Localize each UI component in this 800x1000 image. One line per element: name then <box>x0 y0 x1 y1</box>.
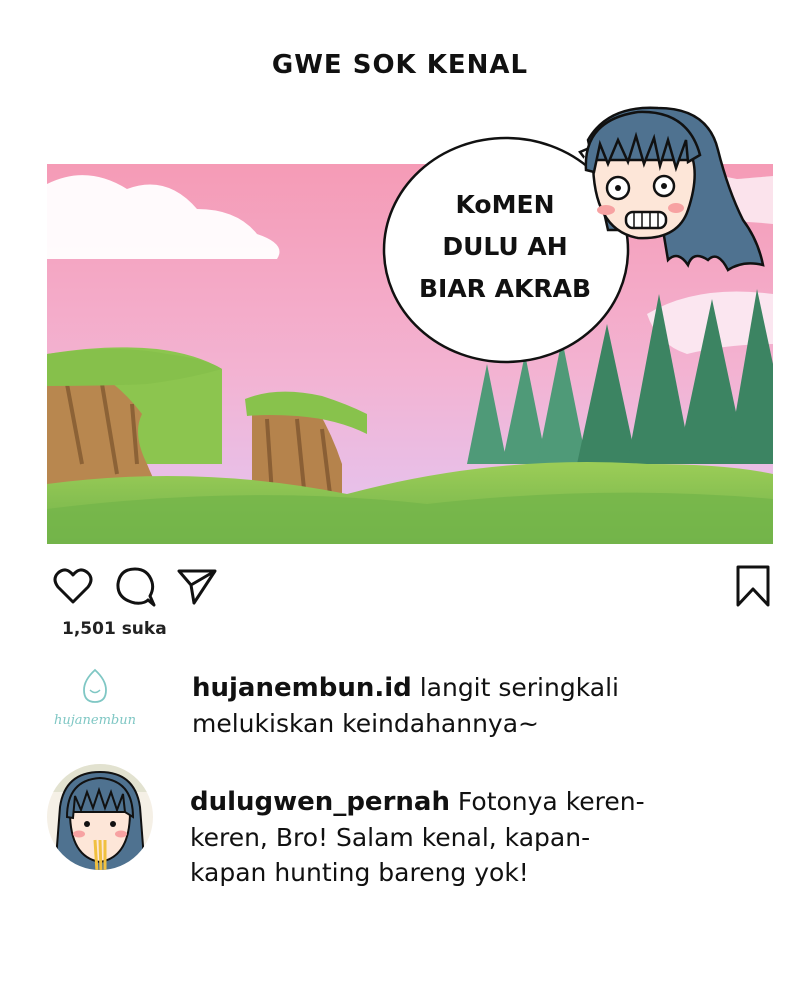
bookmark-icon[interactable] <box>732 565 774 607</box>
comment-body: dulugwen_pernah Fotonya keren-keren, Bro… <box>190 784 660 890</box>
comment-body: hujanembun.id langit seringkali melukisk… <box>192 670 752 741</box>
comic-title: GWE SOK KENAL <box>271 50 529 80</box>
comment-icon[interactable] <box>114 565 156 607</box>
post-action-bar <box>52 565 772 609</box>
likes-count[interactable]: 1,501 suka <box>62 619 167 639</box>
avatar-hujanembun-logo[interactable]: hujanembun <box>40 660 150 750</box>
comment-item: hujanembun hujanembun.id langit seringka… <box>0 660 800 750</box>
heart-icon[interactable] <box>52 565 94 607</box>
logo-text: hujanembun <box>54 713 136 728</box>
comment-username[interactable]: dulugwen_pernah <box>190 787 450 817</box>
avatar-dulugwen[interactable] <box>45 762 155 872</box>
comment-item: dulugwen_pernah Fotonya keren-keren, Bro… <box>0 762 800 892</box>
character-head-illustration <box>568 100 768 280</box>
comment-username[interactable]: hujanembun.id <box>192 673 412 703</box>
share-icon[interactable] <box>176 565 218 607</box>
